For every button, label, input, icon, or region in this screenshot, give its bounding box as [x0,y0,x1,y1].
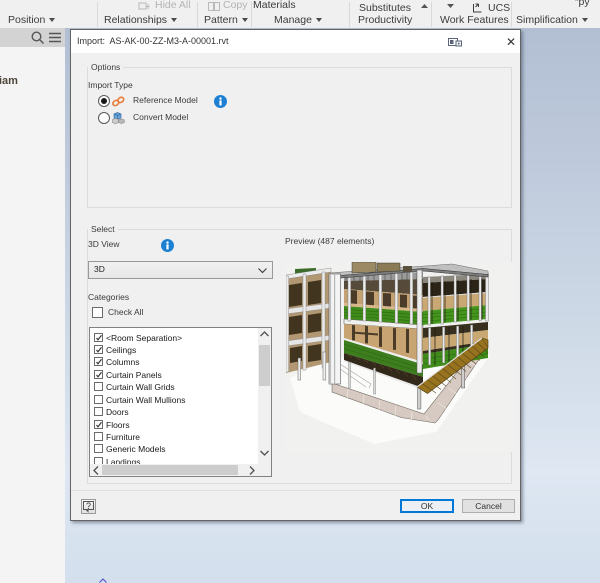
svg-text:?: ? [86,501,91,511]
